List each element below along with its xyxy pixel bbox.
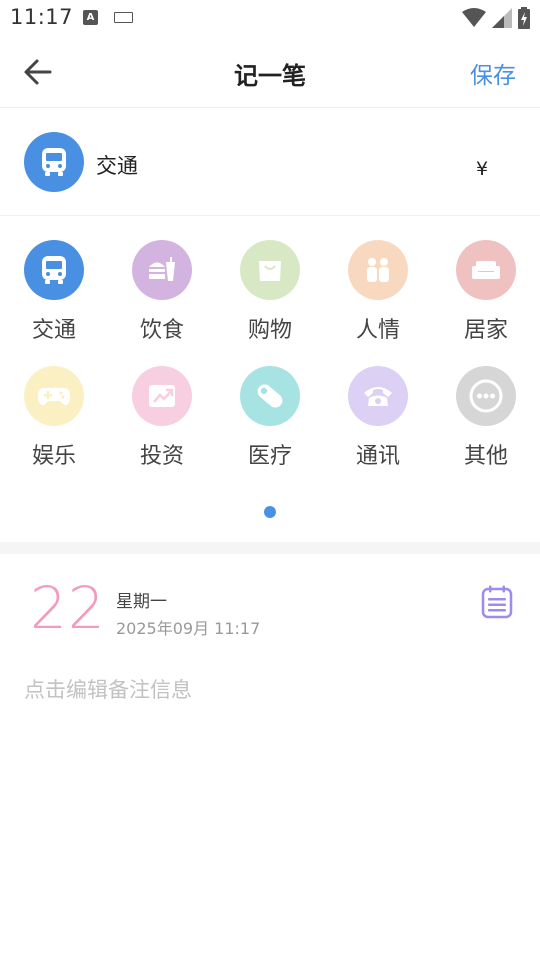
date-time-label: 2025年09月 11:17 <box>116 619 261 638</box>
telephone-icon <box>348 366 408 426</box>
category-label: 交通 <box>31 318 76 343</box>
page-indicator-dot <box>264 506 276 518</box>
category-label: 居家 <box>463 318 508 343</box>
category-investment[interactable]: 投资 <box>117 366 207 476</box>
shopping-bag-icon <box>240 240 300 300</box>
bus-icon <box>24 240 84 300</box>
keyboard-icon <box>114 12 133 23</box>
category-home[interactable]: 居家 <box>441 240 531 350</box>
sofa-icon <box>456 240 516 300</box>
category-communication[interactable]: 通讯 <box>333 366 423 476</box>
pill-icon <box>240 366 300 426</box>
category-label: 其他 <box>463 444 508 469</box>
save-button[interactable]: 保存 <box>470 56 516 90</box>
amount-field[interactable]: ¥ <box>476 158 488 180</box>
category-entertainment[interactable]: 娱乐 <box>9 366 99 476</box>
category-label: 通讯 <box>355 444 400 469</box>
category-shopping[interactable]: 购物 <box>225 240 315 350</box>
category-label: 娱乐 <box>31 444 76 469</box>
category-transport[interactable]: 交通 <box>9 240 99 350</box>
note-field[interactable]: 点击编辑备注信息 <box>24 674 192 704</box>
day-number[interactable]: 22 <box>30 574 106 642</box>
category-medical[interactable]: 医疗 <box>225 366 315 476</box>
page-title: 记一笔 <box>234 62 306 90</box>
category-other[interactable]: 其他 <box>441 366 531 476</box>
category-food[interactable]: 饮食 <box>117 240 207 350</box>
burger-drink-icon <box>132 240 192 300</box>
battery-icon <box>518 7 530 29</box>
calendar-button[interactable] <box>478 583 516 621</box>
calendar-icon <box>481 585 513 619</box>
gamepad-icon <box>24 366 84 426</box>
status-bar: 11:17 A <box>0 0 540 36</box>
status-time: 11:17 <box>10 5 74 29</box>
a-notification-icon: A <box>83 10 98 25</box>
signal-icon <box>492 8 512 28</box>
weekday-label: 星期一 <box>116 592 167 612</box>
section-divider <box>0 542 540 554</box>
selected-category-row: 交通 ¥ <box>0 108 540 216</box>
people-icon <box>348 240 408 300</box>
category-label: 投资 <box>139 444 184 469</box>
category-label: 购物 <box>247 318 292 343</box>
category-label: 饮食 <box>139 318 184 343</box>
category-label: 医疗 <box>247 444 292 469</box>
category-social[interactable]: 人情 <box>333 240 423 350</box>
wifi-icon <box>462 8 486 27</box>
more-dots-icon <box>456 366 516 426</box>
bus-icon <box>24 132 84 192</box>
trend-up-icon <box>132 366 192 426</box>
category-label: 人情 <box>355 318 400 343</box>
selected-category-name: 交通 <box>96 154 138 178</box>
header: 记一笔 保存 <box>0 36 540 108</box>
status-indicators <box>462 6 530 30</box>
